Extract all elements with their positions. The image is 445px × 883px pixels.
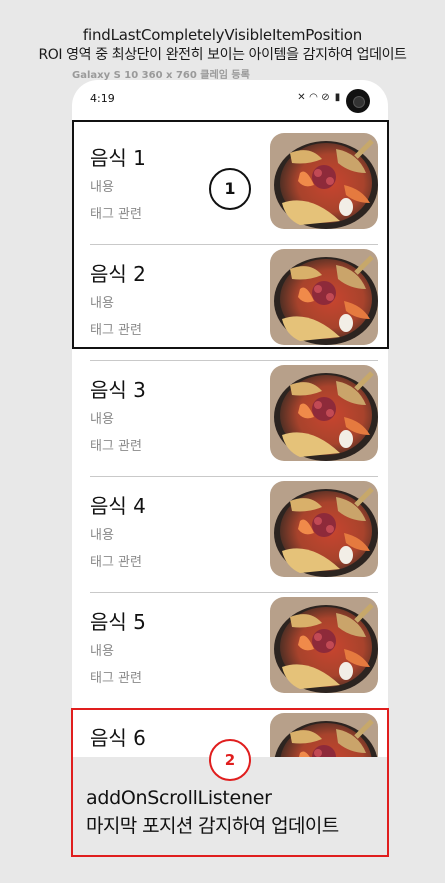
item-content: 내용 <box>90 528 114 543</box>
annotated-screenshot: findLastCompletelyVisibleItemPosition RO… <box>0 0 445 883</box>
list-item[interactable]: 음식 3 내용 태그 관련 <box>90 352 378 468</box>
camera-cutout-icon <box>346 89 370 113</box>
listener-name: addOnScrollListener <box>86 787 272 809</box>
item-content: 내용 <box>90 644 114 659</box>
device-label: Galaxy S 10 360 x 760 클레임 등록 <box>72 70 250 81</box>
list-item[interactable]: 음식 4 내용 태그 관련 <box>90 468 378 584</box>
roi-highlight-box <box>72 120 389 349</box>
description-caption: ROI 영역 중 최상단이 완전히 보이는 아이템을 감지하여 업데이트 <box>38 47 407 63</box>
scroll-badge: 2 <box>209 739 251 781</box>
method-caption: findLastCompletelyVisibleItemPosition <box>82 26 363 44</box>
roi-badge: 1 <box>209 168 251 210</box>
no-disturb-icon: ⊘ <box>321 92 330 103</box>
item-tags: 태그 관련 <box>90 555 142 570</box>
status-bar: 4:19 ✕ ◠ ⊘ ▮ <box>72 80 388 120</box>
wifi-icon: ◠ <box>309 92 318 103</box>
battery-icon: ▮ <box>334 92 341 103</box>
item-tags: 태그 관련 <box>90 439 142 454</box>
item-title: 음식 4 <box>90 494 146 518</box>
food-photo <box>270 365 378 461</box>
list-item[interactable]: 음식 5 내용 태그 관련 <box>90 584 378 700</box>
item-tags: 태그 관련 <box>90 671 142 686</box>
mute-icon: ✕ <box>297 92 306 103</box>
listener-description: 마지막 포지션 감지하여 업데이트 <box>86 815 339 837</box>
status-icons: ✕ ◠ ⊘ ▮ <box>297 92 342 103</box>
item-content: 내용 <box>90 412 114 427</box>
food-photo <box>270 481 378 577</box>
status-time: 4:19 <box>90 92 115 105</box>
food-photo <box>270 597 378 693</box>
item-title: 음식 5 <box>90 610 146 634</box>
item-title: 음식 3 <box>90 378 146 402</box>
